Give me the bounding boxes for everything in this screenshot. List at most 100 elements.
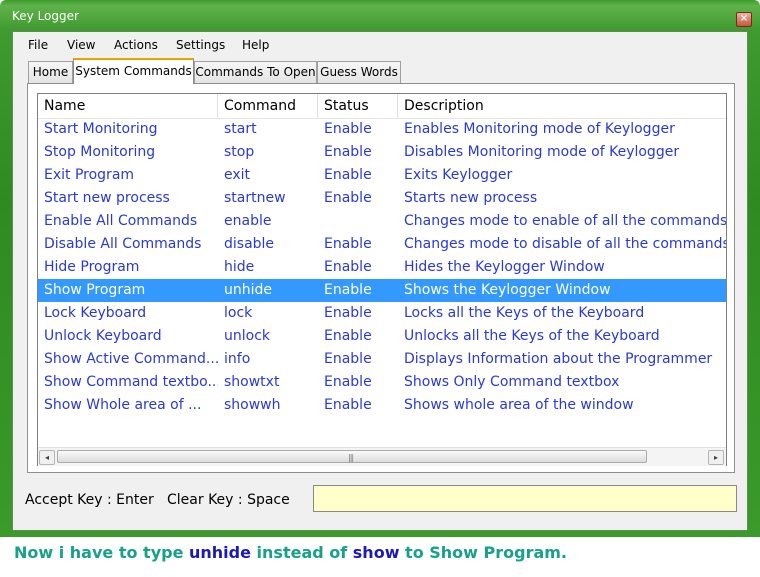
menu-bar: File View Actions Settings Help <box>13 32 747 58</box>
caption-part-1: Now i have to type <box>14 543 189 562</box>
cell-description: Enables Monitoring mode of Keylogger <box>404 121 675 137</box>
cell-description: Shows Only Command textbox <box>404 374 620 390</box>
cell-description: Hides the Keylogger Window <box>404 259 605 275</box>
scrollbar-thumb[interactable]: ||| <box>57 450 647 463</box>
clear-key-label: Clear Key : Space <box>167 492 290 508</box>
cell-name: Hide Program <box>44 259 140 275</box>
menu-file[interactable]: File <box>28 38 48 52</box>
cell-description: Changes mode to enable of all the comman… <box>404 213 726 229</box>
cell-description: Exits Keylogger <box>404 167 513 183</box>
table-row[interactable]: Exit Program exit Enable Exits Keylogger <box>38 164 726 187</box>
column-header-description[interactable]: Description <box>398 94 726 118</box>
column-header-status[interactable]: Status <box>318 94 398 118</box>
scroll-right-icon[interactable]: ▸ <box>708 450 724 465</box>
caption: Now i have to type unhide instead of sho… <box>14 543 567 562</box>
table-row[interactable]: Stop Monitoring stop Enable Disables Monito… <box>38 141 726 164</box>
cell-description: Shows whole area of the window <box>404 397 634 413</box>
table-row[interactable]: Show Whole area of ... showwh Enable Shows … <box>38 394 726 417</box>
cell-status: Enable <box>324 190 372 206</box>
cell-description: Locks all the Keys of the Keyboard <box>404 305 645 321</box>
cell-name: Disable All Commands <box>44 236 202 252</box>
scroll-left-icon[interactable]: ◂ <box>39 450 55 465</box>
cell-status: Enable <box>324 144 372 160</box>
cell-command: enable <box>224 213 272 229</box>
horizontal-scrollbar[interactable]: ◂ ||| ▸ <box>38 447 726 466</box>
cell-status: Enable <box>324 305 372 321</box>
cell-command: unlock <box>224 328 271 344</box>
table-row[interactable]: Lock Keyboard lock Enable Locks all the Key… <box>38 302 726 325</box>
title-bar[interactable]: Key Logger × <box>0 0 760 32</box>
commands-list[interactable]: Name Command Status Description Start Mo… <box>37 93 727 466</box>
menu-actions[interactable]: Actions <box>114 38 158 52</box>
menu-view[interactable]: View <box>67 38 95 52</box>
table-row[interactable]: Hide Program hide Enable Hides the Keylogge… <box>38 256 726 279</box>
cell-command: exit <box>224 167 251 183</box>
cell-name: Start Monitoring <box>44 121 158 137</box>
menu-help[interactable]: Help <box>242 38 269 52</box>
cell-status <box>318 210 398 233</box>
cell-status: Enable <box>324 167 372 183</box>
app-window: Key Logger × File View Actions Settings … <box>0 0 760 537</box>
caption-keyword-unhide: unhide <box>189 543 251 562</box>
column-header-command[interactable]: Command <box>218 94 318 118</box>
cell-status: Enable <box>324 236 372 252</box>
menu-settings[interactable]: Settings <box>176 38 225 52</box>
close-icon[interactable]: × <box>736 12 752 27</box>
cell-command: lock <box>224 305 253 321</box>
command-input[interactable] <box>313 485 737 512</box>
accept-key-label: Accept Key : Enter <box>25 492 154 508</box>
cell-description: Unlocks all the Keys of the Keyboard <box>404 328 660 344</box>
table-row[interactable]: Show Active Command... info Enable Displays… <box>38 348 726 371</box>
cell-command: hide <box>224 259 255 275</box>
tab-guess-words[interactable]: Guess Words <box>317 61 401 83</box>
cell-description: Starts new process <box>404 190 538 206</box>
cell-name: Show Command textbo... <box>44 374 218 390</box>
cell-status: Enable <box>324 259 372 275</box>
caption-part-2: instead of <box>250 543 353 562</box>
column-header-name[interactable]: Name <box>38 94 218 118</box>
client-area: File View Actions Settings Help Home Sys… <box>12 31 748 531</box>
cell-command: startnew <box>224 190 286 206</box>
cell-name: Show Program <box>44 282 146 298</box>
table-row[interactable]: Unlock Keyboard unlock Enable Unlocks all t… <box>38 325 726 348</box>
tab-home[interactable]: Home <box>28 61 73 83</box>
cell-status: Enable <box>324 351 372 367</box>
cell-command: start <box>224 121 257 137</box>
table-row[interactable]: Enable All Commands enable Changes mode to… <box>38 210 726 233</box>
cell-status: Enable <box>324 328 372 344</box>
cell-status: Enable <box>324 397 372 413</box>
table-row[interactable]: Disable All Commands disable Enable Changes… <box>38 233 726 256</box>
cell-name: Show Whole area of ... <box>44 397 202 413</box>
cell-command: showwh <box>224 397 281 413</box>
cell-command: stop <box>224 144 255 160</box>
cell-command: info <box>224 351 251 367</box>
list-header: Name Command Status Description <box>38 94 726 119</box>
cell-status: Enable <box>324 374 372 390</box>
tab-commands-to-open[interactable]: Commands To Open <box>194 61 317 83</box>
window-title: Key Logger <box>12 9 79 23</box>
caption-keyword-show: show <box>352 543 400 562</box>
grip-icon: ||| <box>348 453 354 462</box>
table-row[interactable]: Show Command textbo... showtxt Enable Shows… <box>38 371 726 394</box>
cell-status: Enable <box>324 121 372 137</box>
cell-description: Displays Information about the Programme… <box>404 351 713 367</box>
cell-command: disable <box>224 236 275 252</box>
cell-description: Disables Monitoring mode of Keylogger <box>404 144 680 160</box>
tab-panel-system-commands: Name Command Status Description Start Mo… <box>27 83 735 473</box>
cell-name: Exit Program <box>44 167 135 183</box>
cell-name: Stop Monitoring <box>44 144 156 160</box>
cell-name: Unlock Keyboard <box>44 328 162 344</box>
cell-status: Enable <box>324 282 372 298</box>
cell-name: Show Active Command... <box>44 351 218 367</box>
table-row[interactable]: Start Monitoring start Enable Enables Monit… <box>38 118 726 141</box>
table-row[interactable]: Show Program unhide Enable Shows the Keylog… <box>38 279 726 302</box>
cell-command: showtxt <box>224 374 280 390</box>
table-row[interactable]: Start new process startnew Enable Starts ne… <box>38 187 726 210</box>
cell-command: unhide <box>224 282 273 298</box>
cell-name: Start new process <box>44 190 170 206</box>
caption-part-3: to Show Program. <box>399 543 568 562</box>
cell-name: Lock Keyboard <box>44 305 147 321</box>
cell-description: Changes mode to disable of all the comma… <box>404 236 726 252</box>
tab-system-commands[interactable]: System Commands <box>73 58 194 84</box>
cell-description: Shows the Keylogger Window <box>404 282 611 298</box>
